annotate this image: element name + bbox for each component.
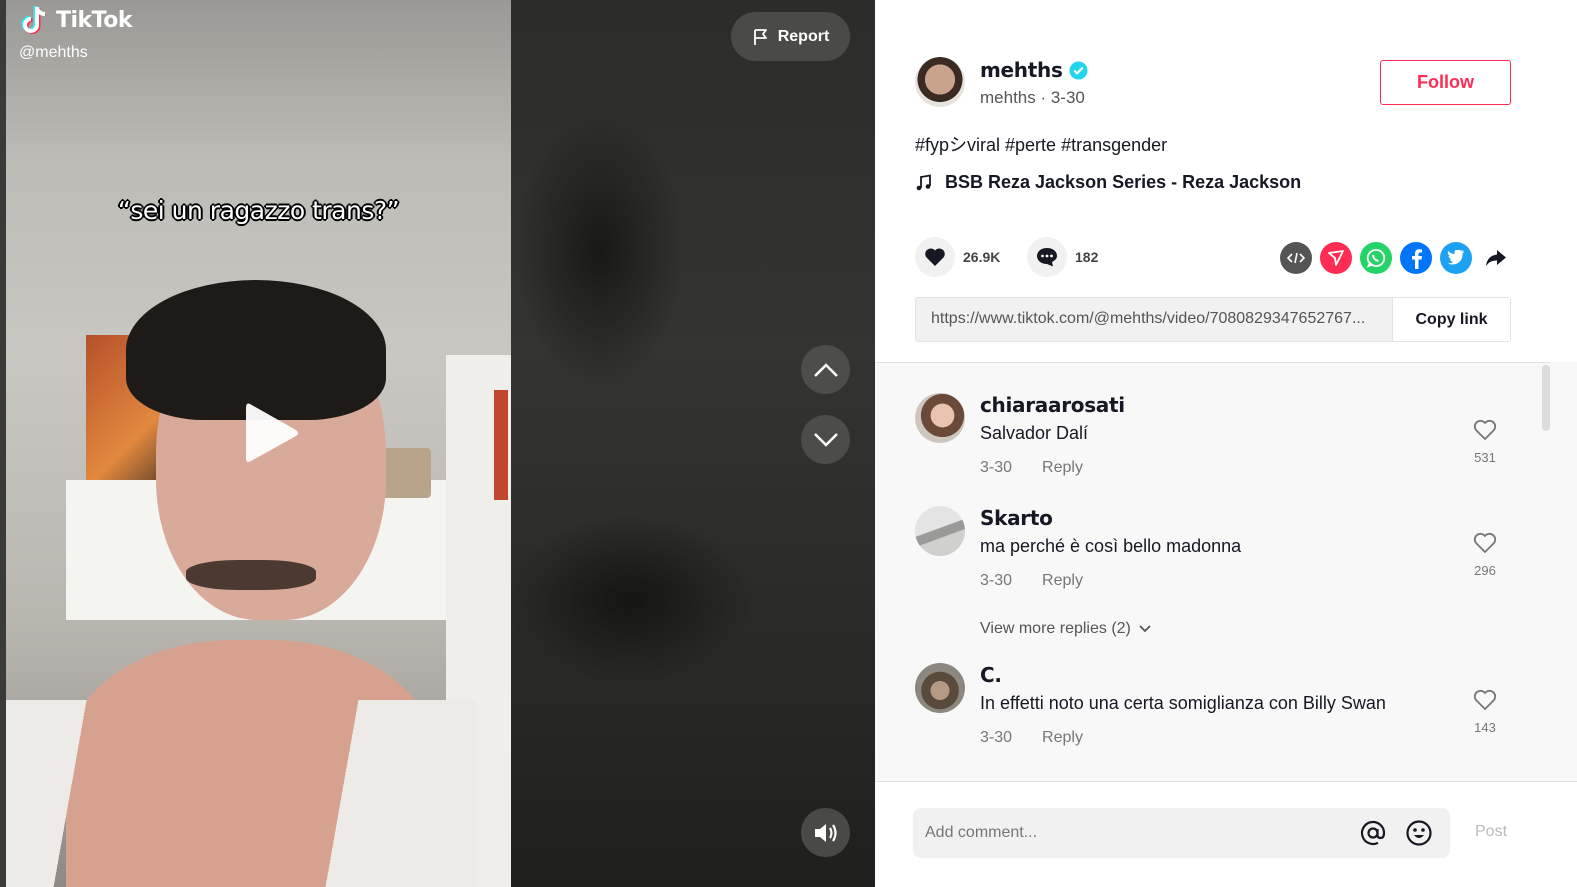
comment-input[interactable]: [913, 824, 1358, 842]
view-more-replies-label[interactable]: View more replies (2): [980, 620, 1131, 638]
facebook-icon[interactable]: [1400, 242, 1432, 274]
comments-scrollbar-track: [1551, 362, 1577, 782]
play-icon[interactable]: [242, 398, 302, 468]
emoji-icon: [1406, 820, 1432, 846]
commenter-name[interactable]: chiaraarosati: [980, 393, 1125, 417]
follow-button[interactable]: Follow: [1380, 60, 1511, 105]
like-button[interactable]: [915, 237, 955, 277]
tiktok-note-icon: [21, 6, 46, 34]
heart-outline-icon: [1473, 532, 1497, 554]
share-arrow-icon[interactable]: [1480, 242, 1512, 274]
comment-input-wrap: [913, 808, 1450, 858]
scene-mustache: [186, 560, 316, 590]
volume-button[interactable]: [801, 808, 850, 857]
at-sign-icon: [1360, 820, 1386, 846]
comment-text: Salvador Dalí: [980, 423, 1089, 443]
comment-date: 3-30: [980, 729, 1013, 746]
previous-video-button[interactable]: [801, 345, 850, 394]
video-stage: “sei un ragazzo trans?” TikTok @mehths R…: [0, 0, 875, 887]
comment-like-count: 531: [1474, 450, 1496, 465]
comment-meta: 3-30 Reply: [980, 459, 1083, 477]
author-username-row[interactable]: mehths: [980, 58, 1088, 82]
comment-meta: 3-30 Reply: [980, 729, 1083, 747]
video-handle: @mehths: [19, 44, 88, 61]
report-label: Report: [777, 27, 830, 45]
music-title[interactable]: BSB Reza Jackson Series - Reza Jackson: [945, 172, 1301, 193]
comment-date: 3-30: [980, 459, 1013, 476]
like-stat[interactable]: 26.9K: [915, 237, 1000, 277]
comment-like-count: 143: [1474, 720, 1496, 735]
comment-composer: Post: [875, 781, 1577, 887]
comment-meta: 3-30 Reply: [980, 572, 1083, 590]
view-more-replies[interactable]: View more replies (2): [980, 620, 1151, 638]
comment-like[interactable]: 296: [1468, 532, 1502, 578]
flag-icon: [753, 28, 767, 45]
comment-like[interactable]: 143: [1468, 689, 1502, 735]
volume-icon: [814, 823, 837, 842]
video-caption: “sei un ragazzo trans?”: [117, 196, 400, 225]
chevron-down-icon: [1139, 625, 1151, 633]
next-video-button[interactable]: [801, 415, 850, 464]
heart-outline-icon: [1473, 419, 1497, 441]
share-row: [1280, 242, 1512, 274]
commenter-avatar[interactable]: [915, 663, 965, 713]
comment-stat[interactable]: 182: [1027, 237, 1098, 277]
reply-button[interactable]: Reply: [1042, 729, 1083, 747]
comment-like-count: 296: [1474, 563, 1496, 578]
report-button[interactable]: Report: [731, 12, 850, 61]
chevron-down-icon: [813, 432, 838, 447]
comment-date: 3-30: [980, 572, 1013, 589]
scene-books: [494, 390, 508, 500]
comment-count: 182: [1075, 249, 1099, 265]
comments-list[interactable]: chiaraarosati Salvador Dalí 3-30 Reply 5…: [875, 362, 1551, 782]
commenter-avatar[interactable]: [915, 393, 965, 443]
mention-button[interactable]: [1358, 818, 1388, 848]
video-link-box: https://www.tiktok.com/@mehths/video/708…: [915, 297, 1511, 342]
emoji-button[interactable]: [1404, 818, 1434, 848]
scene-tanktop: [6, 700, 476, 887]
embed-icon[interactable]: [1280, 242, 1312, 274]
author-avatar[interactable]: [915, 57, 965, 107]
send-icon[interactable]: [1320, 242, 1352, 274]
reply-button[interactable]: Reply: [1042, 572, 1083, 590]
commenter-avatar[interactable]: [915, 506, 965, 556]
comments-scrollbar[interactable]: [1542, 365, 1550, 431]
commenter-name[interactable]: Skarto: [980, 506, 1053, 530]
author-username[interactable]: mehths: [980, 58, 1063, 82]
video-link-url[interactable]: https://www.tiktok.com/@mehths/video/708…: [916, 298, 1392, 341]
twitter-icon[interactable]: [1440, 242, 1472, 274]
author-subline: mehths · 3-30: [980, 88, 1085, 107]
verified-badge-icon: [1069, 60, 1088, 80]
reply-button[interactable]: Reply: [1042, 459, 1083, 477]
heart-icon: [925, 248, 945, 266]
post-button[interactable]: Post: [1475, 823, 1507, 841]
comment-like[interactable]: 531: [1468, 419, 1502, 465]
like-count: 26.9K: [963, 249, 1001, 265]
whatsapp-icon[interactable]: [1360, 242, 1392, 274]
comment-bubble-icon: [1037, 248, 1057, 267]
commenter-name[interactable]: C.: [980, 663, 1002, 687]
comment-button[interactable]: [1027, 237, 1067, 277]
chevron-up-icon: [813, 362, 838, 377]
video-player[interactable]: “sei un ragazzo trans?”: [6, 0, 511, 887]
details-panel: mehths mehths · 3-30 Follow #fypシviral #…: [875, 0, 1577, 887]
heart-outline-icon: [1473, 689, 1497, 711]
tiktok-logo[interactable]: TikTok: [20, 4, 133, 36]
comment-text: ma perché è così bello madonna: [980, 536, 1242, 556]
video-description: #fypシviral #perte #transgender: [915, 135, 1168, 155]
tiktok-wordmark: TikTok: [56, 7, 133, 33]
copy-link-button[interactable]: Copy link: [1392, 298, 1510, 341]
comment-text: In effetti noto una certa somiglianza co…: [980, 693, 1386, 713]
music-note-icon: [916, 173, 931, 190]
music-row[interactable]: BSB Reza Jackson Series - Reza Jackson: [915, 172, 1301, 193]
